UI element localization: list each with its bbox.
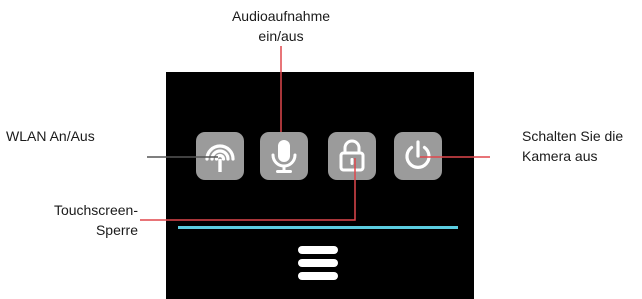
callout-audio-label: Audioaufnahme ein/aus	[196, 6, 366, 46]
wifi-signal-icon	[205, 144, 235, 172]
callout-wlan-line1: WLAN An/Aus	[6, 128, 95, 144]
callout-wlan-label: WLAN An/Aus	[6, 126, 95, 146]
callout-audio-line2: ein/aus	[258, 28, 304, 44]
power-icon	[405, 140, 431, 169]
padlock-icon	[339, 139, 365, 172]
touchscreen-lock-button[interactable]	[328, 132, 376, 180]
microphone-icon	[271, 140, 297, 173]
accent-divider-bar	[178, 226, 458, 229]
audio-recording-button[interactable]	[260, 132, 308, 180]
callout-audio-line1: Audioaufnahme	[231, 8, 331, 24]
callout-power-line1: Schalten Sie die	[522, 128, 624, 144]
callout-power-line2: Kamera aus	[522, 148, 598, 164]
hamburger-menu-icon[interactable]	[298, 246, 338, 280]
callout-lock-line2: Sperre	[95, 222, 138, 238]
callout-lock-label: Touchscreen- Sperre	[0, 200, 138, 240]
wlan-toggle-button[interactable]	[196, 132, 244, 180]
callout-power-label: Schalten Sie die Kamera aus	[522, 126, 623, 166]
camera-touchscreen	[166, 72, 474, 299]
callout-lock-line1: Touchscreen-	[53, 202, 138, 218]
camera-power-off-button[interactable]	[394, 132, 442, 180]
